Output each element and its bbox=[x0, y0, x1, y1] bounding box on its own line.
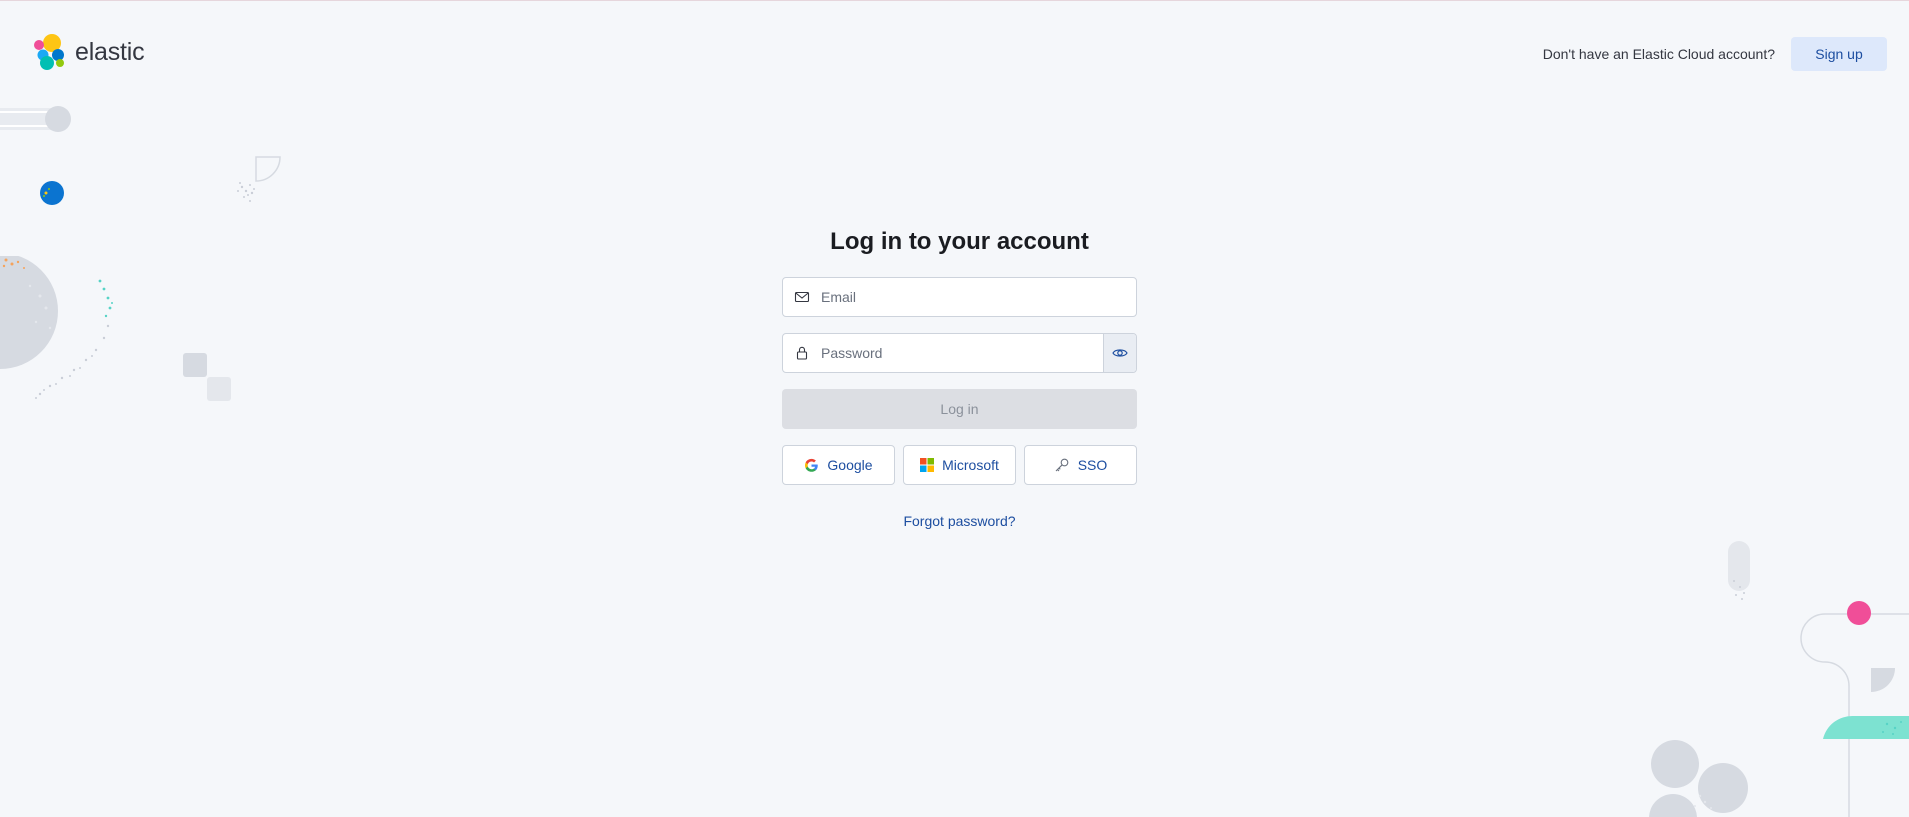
password-input[interactable] bbox=[821, 334, 1103, 372]
decorative-capsule bbox=[1728, 541, 1750, 600]
social-login-buttons: Google Microsoft SSO bbox=[782, 445, 1137, 485]
elastic-logo-icon bbox=[34, 34, 64, 70]
decorative-pill-shape bbox=[0, 106, 71, 132]
decorative-blue-dot bbox=[40, 181, 64, 205]
login-button[interactable]: Log in bbox=[782, 389, 1137, 429]
page-title: Log in to your account bbox=[830, 228, 1089, 255]
decorative-squares bbox=[183, 353, 231, 401]
microsoft-label: Microsoft bbox=[942, 457, 999, 473]
header-signup-area: Don't have an Elastic Cloud account? Sig… bbox=[1543, 37, 1887, 71]
brand-name: elastic bbox=[75, 37, 145, 66]
elastic-logo[interactable]: elastic bbox=[31, 33, 145, 71]
microsoft-login-button[interactable]: Microsoft bbox=[903, 445, 1016, 485]
key-icon bbox=[1055, 458, 1069, 472]
login-form: Log in to your account Email Log in Goog… bbox=[782, 227, 1137, 529]
mail-icon bbox=[783, 278, 821, 316]
signup-button[interactable]: Sign up bbox=[1791, 37, 1887, 71]
eye-icon bbox=[1112, 349, 1128, 357]
signup-prompt: Don't have an Elastic Cloud account? bbox=[1542, 46, 1775, 62]
decorative-pipe-line bbox=[1800, 601, 1909, 817]
forgot-password-link[interactable]: Forgot password? bbox=[782, 513, 1137, 529]
decorative-half-sphere bbox=[0, 256, 113, 399]
google-label: Google bbox=[827, 457, 873, 473]
decorative-circle-cluster bbox=[1649, 740, 1748, 817]
sso-label: SSO bbox=[1077, 457, 1108, 473]
sso-login-button[interactable]: SSO bbox=[1024, 445, 1137, 485]
email-input[interactable] bbox=[821, 278, 1136, 316]
google-icon bbox=[805, 458, 819, 472]
email-field[interactable] bbox=[782, 277, 1137, 317]
show-password-toggle[interactable] bbox=[1103, 334, 1136, 372]
microsoft-icon bbox=[920, 458, 935, 472]
decorative-quarter-shape bbox=[237, 156, 281, 202]
lock-icon bbox=[783, 334, 821, 372]
password-field[interactable] bbox=[782, 333, 1137, 373]
login-page: elastic Don't have an Elastic Cloud acco… bbox=[0, 0, 1909, 817]
google-login-button[interactable]: Google bbox=[782, 445, 895, 485]
